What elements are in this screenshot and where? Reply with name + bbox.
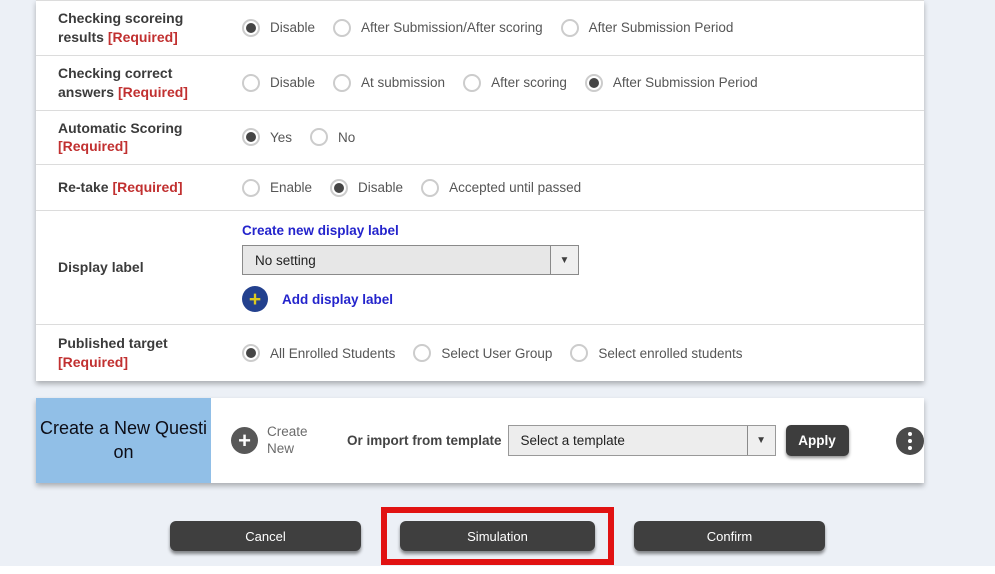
radio-label: Select User Group: [441, 346, 552, 361]
radio-label: Disable: [358, 180, 403, 195]
footer-actions: Cancel Simulation Confirm: [0, 505, 995, 567]
radio-option-disable[interactable]: Disable: [242, 74, 315, 92]
quiz-settings-form: Checking scoreing results [Required] Dis…: [36, 0, 924, 381]
radio-icon[interactable]: [333, 19, 351, 37]
chevron-down-icon[interactable]: ▼: [550, 246, 578, 274]
form-row-checking-correct-answers: Checking correct answers [Required] Disa…: [36, 55, 924, 110]
simulation-button[interactable]: Simulation: [400, 521, 595, 551]
plus-icon: +: [242, 286, 268, 312]
radio-option-at-submission[interactable]: At submission: [333, 74, 445, 92]
radio-icon[interactable]: [242, 74, 260, 92]
display-label-select-value: No setting: [243, 253, 550, 268]
create-new-question-button[interactable]: + Create New: [231, 424, 319, 458]
radio-icon[interactable]: [242, 179, 260, 197]
form-row-automatic-scoring: Automatic Scoring [Required] Yes No: [36, 110, 924, 165]
radio-option-after-submission-period[interactable]: After Submission Period: [585, 74, 758, 92]
create-new-label: Create New: [267, 424, 319, 458]
template-select[interactable]: Select a template ▼: [508, 425, 776, 456]
radio-option-yes[interactable]: Yes: [242, 128, 292, 146]
radio-option-disable[interactable]: Disable: [330, 179, 403, 197]
radio-selected-icon[interactable]: [242, 344, 260, 362]
radio-label: At submission: [361, 75, 445, 90]
required-badge: [Required]: [58, 138, 128, 154]
radio-label: After Submission/After scoring: [361, 20, 543, 35]
radio-label: After scoring: [491, 75, 567, 90]
chevron-down-icon[interactable]: ▼: [747, 426, 775, 455]
radio-label: Disable: [270, 20, 315, 35]
create-new-display-label-link[interactable]: Create new display label: [242, 223, 399, 238]
radio-label: After Submission Period: [589, 20, 734, 35]
radio-option-disable[interactable]: Disable: [242, 19, 315, 37]
create-question-section: Create a New Question + Create New Or im…: [36, 398, 924, 483]
radio-option-enable[interactable]: Enable: [242, 179, 312, 197]
add-display-label-button[interactable]: + Add display label: [242, 286, 393, 312]
simulation-highlight-box: Simulation: [381, 507, 614, 565]
radio-icon[interactable]: [333, 74, 351, 92]
radio-option-select-user-group[interactable]: Select User Group: [413, 344, 552, 362]
section-title: Create a New Question: [36, 398, 211, 483]
template-select-value: Select a template: [509, 433, 747, 448]
radio-icon[interactable]: [570, 344, 588, 362]
row-label: Published target: [58, 335, 168, 351]
required-badge: [Required]: [58, 354, 128, 370]
radio-icon[interactable]: [310, 128, 328, 146]
radio-selected-icon[interactable]: [242, 128, 260, 146]
radio-icon[interactable]: [413, 344, 431, 362]
form-row-checking-scoring-results: Checking scoreing results [Required] Dis…: [36, 0, 924, 55]
radio-label: Accepted until passed: [449, 180, 581, 195]
required-badge: [Required]: [118, 84, 188, 100]
radio-option-accepted-until-passed[interactable]: Accepted until passed: [421, 179, 581, 197]
required-badge: [Required]: [112, 179, 182, 195]
radio-selected-icon[interactable]: [242, 19, 260, 37]
radio-option-after-submission-after-scoring[interactable]: After Submission/After scoring: [333, 19, 543, 37]
radio-icon[interactable]: [463, 74, 481, 92]
radio-selected-icon[interactable]: [585, 74, 603, 92]
add-display-label-text: Add display label: [282, 292, 393, 307]
radio-icon[interactable]: [421, 179, 439, 197]
row-label: Display label: [58, 259, 144, 275]
form-row-published-target: Published target [Required] All Enrolled…: [36, 324, 924, 381]
confirm-button[interactable]: Confirm: [634, 521, 825, 551]
form-row-display-label: Display label Create new display label N…: [36, 210, 924, 324]
display-label-select[interactable]: No setting ▼: [242, 245, 579, 275]
radio-option-after-submission-period[interactable]: After Submission Period: [561, 19, 734, 37]
radio-selected-icon[interactable]: [330, 179, 348, 197]
radio-option-select-enrolled-students[interactable]: Select enrolled students: [570, 344, 742, 362]
radio-label: Enable: [270, 180, 312, 195]
bottom-white-strip: [0, 566, 995, 574]
row-label: Automatic Scoring: [58, 120, 182, 136]
radio-label: No: [338, 130, 355, 145]
radio-option-all-enrolled-students[interactable]: All Enrolled Students: [242, 344, 395, 362]
radio-label: After Submission Period: [613, 75, 758, 90]
import-from-template-label: Or import from template: [347, 433, 502, 448]
plus-icon: +: [231, 427, 258, 454]
radio-label: Select enrolled students: [598, 346, 742, 361]
cancel-button[interactable]: Cancel: [170, 521, 361, 551]
kebab-menu-icon[interactable]: [896, 427, 924, 455]
radio-label: Disable: [270, 75, 315, 90]
apply-button[interactable]: Apply: [786, 425, 849, 456]
radio-label: All Enrolled Students: [270, 346, 395, 361]
radio-icon[interactable]: [561, 19, 579, 37]
radio-option-no[interactable]: No: [310, 128, 355, 146]
form-row-retake: Re-take [Required] Enable Disable Accept…: [36, 164, 924, 210]
required-badge: [Required]: [108, 29, 178, 45]
radio-option-after-scoring[interactable]: After scoring: [463, 74, 567, 92]
radio-label: Yes: [270, 130, 292, 145]
row-label: Re-take: [58, 179, 109, 195]
